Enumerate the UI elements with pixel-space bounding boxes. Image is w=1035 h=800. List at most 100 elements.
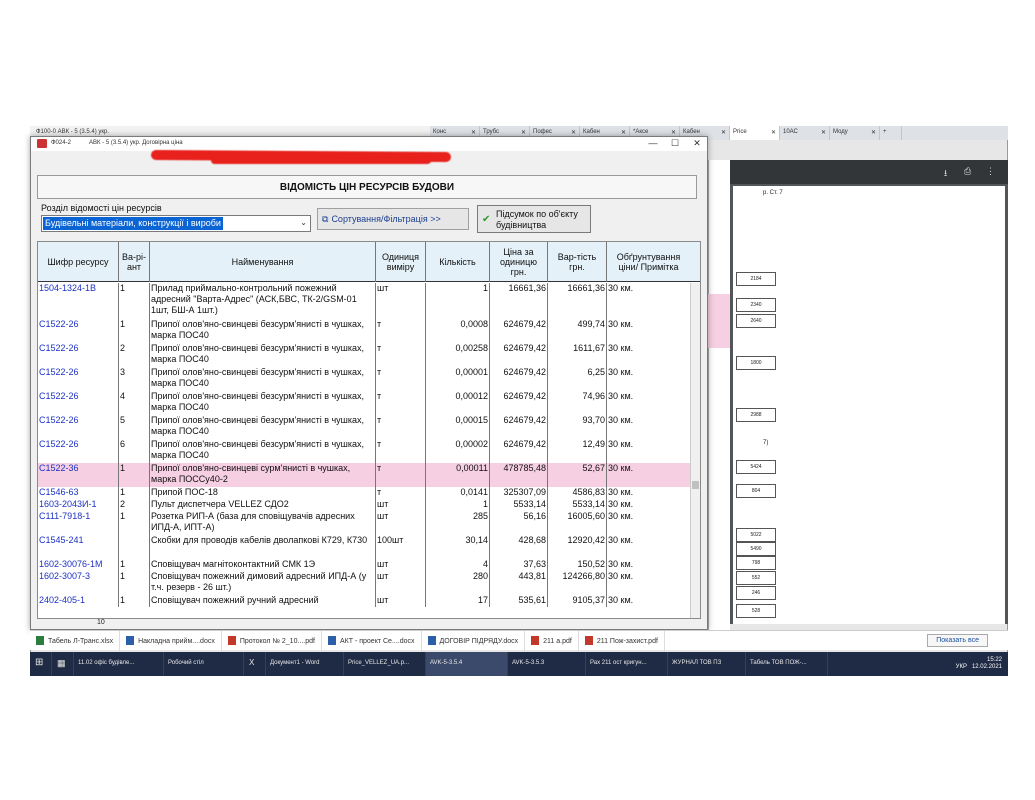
- taskbar-item[interactable]: Price_VELLEZ_UA.p...: [344, 652, 426, 676]
- cell-unit: т: [376, 439, 426, 463]
- cell-price: 325307,09: [490, 487, 548, 499]
- table-row[interactable]: С111-7918-1 1 Розетка РИП-А (база для спов…: [38, 511, 700, 535]
- section-select[interactable]: Будівельні матеріали, конструкції і виро…: [41, 215, 311, 232]
- cell-code: С1546-63: [38, 487, 119, 499]
- download-item[interactable]: АКТ - проект Се....docx: [322, 631, 422, 651]
- table-row[interactable]: С1522-36 1 Припої олов'яно-свинцеві сурм'я…: [38, 463, 700, 487]
- cell-variant: 1: [119, 319, 150, 343]
- cell-code: С1522-26: [38, 343, 119, 367]
- pdf-cell: 2340: [736, 298, 776, 312]
- cell-price: 624679,42: [490, 439, 548, 463]
- download-item[interactable]: ДОГОВІР ПІДРЯДУ.docx: [422, 631, 526, 651]
- clock[interactable]: 15:22 12.02.2021: [972, 657, 1002, 671]
- taskbar-item[interactable]: AVK-5-3.5.3: [508, 652, 586, 676]
- taskbar-item-active[interactable]: AVK-5-3.5.4: [426, 652, 508, 676]
- cell-price: 624679,42: [490, 319, 548, 343]
- cell-cost: 9105,37: [548, 595, 607, 607]
- column-header-name[interactable]: Найменування: [150, 242, 376, 282]
- cell-note: 30 км.: [608, 595, 634, 605]
- table-row[interactable]: С1545-241 Скобки для проводів кабелів дво…: [38, 535, 700, 559]
- cell-variant: 1: [119, 559, 150, 571]
- download-item[interactable]: Протокол № 2_10....pdf: [222, 631, 322, 651]
- table-row[interactable]: 1504-1324-1В 1 Прилад приймально-контрольн…: [38, 283, 700, 319]
- excel-icon[interactable]: X: [244, 652, 266, 676]
- table-row[interactable]: С1522-26 6 Припої олов'яно-свинцеві безсур…: [38, 439, 700, 463]
- summary-button[interactable]: ✔ Підсумок по об'єкту будівництва: [477, 205, 591, 233]
- table-row[interactable]: 1602-30076-1М 1 Сповіщувач магнітоконтактн…: [38, 559, 700, 571]
- cell-unit: 100шт: [376, 535, 426, 559]
- window-titlebar[interactable]: Ф024-2 АВК - 5 (3.5.4) укр. Договірна ці…: [31, 137, 707, 151]
- vertical-scrollbar[interactable]: [690, 283, 700, 618]
- summary-label-line1: Підсумок по об'єкту: [496, 209, 578, 219]
- cell-cost: 124266,80: [548, 571, 607, 595]
- windows-start-icon[interactable]: ⊞: [30, 652, 52, 676]
- table-row[interactable]: 1602-3007-3 1 Сповіщувач пожежний димовий …: [38, 571, 700, 595]
- cell-note: 30 км.: [608, 511, 634, 521]
- cell-name: Пульт диспетчера VELLEZ СДО2: [150, 499, 376, 511]
- column-header-unit[interactable]: Одиниця виміру: [376, 242, 426, 282]
- cell-unit: шт: [376, 559, 426, 571]
- cell-price: 443,81: [490, 571, 548, 595]
- new-tab-button[interactable]: +: [880, 126, 902, 140]
- cell-qty: 30,14: [426, 535, 490, 559]
- window-title: АВК - 5 (3.5.4) укр. Договірна ціна: [89, 140, 183, 146]
- pdf-cell: 2988: [736, 408, 776, 422]
- table-row[interactable]: С1546-63 1 Припой ПОС-18 т 0,0141 325307,09 45…: [38, 487, 700, 499]
- pdf-cell: 5022: [736, 528, 776, 542]
- cell-variant: 4: [119, 391, 150, 415]
- cell-code: 1603-2043И-1: [38, 499, 119, 511]
- browser-tab[interactable]: 10АС ✕: [780, 126, 830, 140]
- cell-name: Припої олов'яно-свинцеві безсурм'янисті …: [150, 391, 376, 415]
- show-all-button[interactable]: Показать все: [927, 634, 988, 647]
- taskbar-item[interactable]: ЖУРНАЛ ТОВ ПЗ: [668, 652, 746, 676]
- taskbar-item[interactable]: Робочий стіл: [164, 652, 244, 676]
- table-row[interactable]: 2402-405-1 1 Сповіщувач пожежний ручний ад…: [38, 595, 700, 607]
- table-row[interactable]: С1522-26 2 Припої олов'яно-свинцеві безсур…: [38, 343, 700, 367]
- cell-price: 56,16: [490, 511, 548, 535]
- system-tray[interactable]: УКР 15:22 12.02.2021: [956, 657, 1002, 671]
- download-item[interactable]: Накладна прийм....docx: [120, 631, 222, 651]
- file-icon: [584, 636, 593, 645]
- taskbar-item[interactable]: Рах 211 ост кригун...: [586, 652, 668, 676]
- minimize-button[interactable]: —: [643, 138, 663, 148]
- cell-price: 624679,42: [490, 391, 548, 415]
- cell-unit: т: [376, 391, 426, 415]
- taskbar-item[interactable]: Документ1 - Word: [266, 652, 344, 676]
- cell-unit: шт: [376, 499, 426, 511]
- column-header-note[interactable]: Обґрунтування ціни/ Примітка: [607, 242, 690, 282]
- cell-price: 37,63: [490, 559, 548, 571]
- language-indicator[interactable]: УКР: [956, 664, 967, 670]
- cell-cost: 12920,42: [548, 535, 607, 559]
- table-row[interactable]: С1522-26 5 Припої олов'яно-свинцеві безсур…: [38, 415, 700, 439]
- cell-qty: 0,00258: [426, 343, 490, 367]
- sort-filter-button[interactable]: ⧉ Сортування/Фільтрація >>: [317, 208, 469, 230]
- download-icon[interactable]: ⭳: [944, 166, 947, 182]
- taskbar-item[interactable]: Табель ТОВ ПОЖ-...: [746, 652, 828, 676]
- print-icon[interactable]: ⎙: [964, 166, 971, 177]
- cell-cost: 16005,60: [548, 511, 607, 535]
- download-item[interactable]: Табель Л-Транс.xlsx: [30, 631, 121, 651]
- more-menu-icon[interactable]: ⋮: [986, 166, 995, 177]
- table-row[interactable]: С1522-26 3 Припої олов'яно-свинцеві безсур…: [38, 367, 700, 391]
- calculator-icon[interactable]: ▦: [52, 652, 74, 676]
- column-header-cost[interactable]: Вар-тість грн.: [548, 242, 607, 282]
- table-row[interactable]: С1522-26 4 Припої олов'яно-свинцеві безсур…: [38, 391, 700, 415]
- browser-tab-active[interactable]: Price ✕: [730, 126, 780, 140]
- cell-unit: т: [376, 319, 426, 343]
- maximize-button[interactable]: ☐: [665, 138, 685, 149]
- scrollbar-thumb[interactable]: [692, 481, 699, 489]
- cell-variant: 2: [119, 499, 150, 511]
- download-item[interactable]: 211 Пож-захист.pdf: [579, 631, 665, 651]
- download-item[interactable]: 211 а.pdf: [525, 631, 579, 651]
- column-header-price[interactable]: Ціна за одиницю грн.: [490, 242, 548, 282]
- close-button[interactable]: ✕: [687, 138, 707, 149]
- table-row[interactable]: 1603-2043И-1 2 Пульт диспетчера VELLEZ СДО…: [38, 499, 700, 511]
- table-row[interactable]: С1522-26 1 Припої олов'яно-свинцеві безсур…: [38, 319, 700, 343]
- cell-note: 30 км.: [608, 487, 634, 497]
- browser-tab[interactable]: Моду ✕: [830, 126, 880, 140]
- column-header-qty[interactable]: Кількість: [426, 242, 490, 282]
- taskbar-item[interactable]: 11.02 офіс будівле...: [74, 652, 164, 676]
- column-header-code[interactable]: Шифр ресурсу: [38, 242, 119, 282]
- column-header-variant[interactable]: Ва-рі-ант: [119, 242, 150, 282]
- cell-note: 30 км.: [608, 343, 634, 353]
